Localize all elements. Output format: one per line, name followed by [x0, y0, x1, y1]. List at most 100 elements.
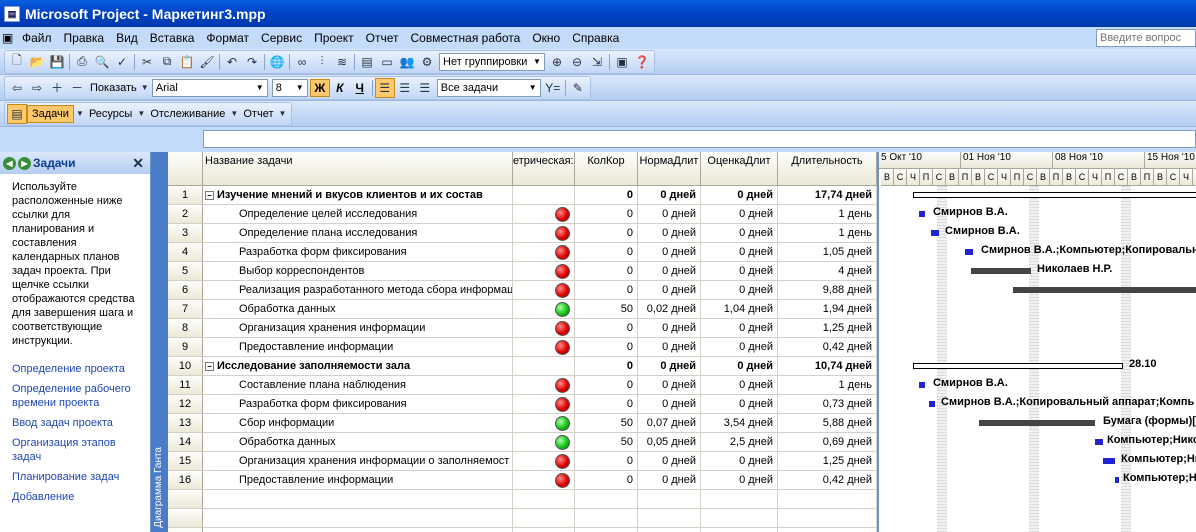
ocenkadlit-value[interactable]: 0 дней: [701, 186, 778, 205]
table-row[interactable]: 11 Составление плана наблюдения 0 0 дней 0 д…: [168, 376, 877, 395]
table-row[interactable]: 15 Организация хранения информации о запо…: [168, 452, 877, 471]
normadlit-value[interactable]: 0 дней: [638, 357, 701, 376]
normadlit-value[interactable]: 0 дней: [638, 471, 701, 490]
duration-value[interactable]: 1,05 дней: [778, 243, 877, 262]
ocenkadlit-value[interactable]: 0 дней: [701, 281, 778, 300]
ocenkadlit-value[interactable]: 0 дней: [701, 471, 778, 490]
empty-cell[interactable]: [778, 490, 877, 509]
menu-report[interactable]: Отчет: [360, 31, 405, 45]
row-id[interactable]: 8: [168, 319, 203, 338]
duration-value[interactable]: 4 дней: [778, 262, 877, 281]
normadlit-value[interactable]: 0 дней: [638, 319, 701, 338]
indicator[interactable]: [513, 281, 575, 300]
duration-value[interactable]: 0,42 дней: [778, 338, 877, 357]
italic-button[interactable]: К: [330, 79, 350, 97]
ocenkadlit-value[interactable]: 0 дней: [701, 205, 778, 224]
row-id[interactable]: 15: [168, 452, 203, 471]
table-row[interactable]: 14 Обработка данных 50 0,05 дней 2,5 дней 0,6…: [168, 433, 877, 452]
menu-file[interactable]: Файл: [16, 31, 58, 45]
row-id[interactable]: 9: [168, 338, 203, 357]
ocenkadlit-value[interactable]: 0 дней: [701, 243, 778, 262]
menu-insert[interactable]: Вставка: [144, 31, 201, 45]
ocenkadlit-value[interactable]: 2,5 дней: [701, 433, 778, 452]
tasks-guide-button[interactable]: Задачи: [27, 104, 74, 123]
task-name[interactable]: Организация хранения информации о заполн…: [203, 452, 513, 471]
assign-resources-icon[interactable]: 👥: [397, 52, 417, 72]
kolkor-value[interactable]: 0: [575, 376, 638, 395]
indicator[interactable]: [513, 205, 575, 224]
menu-doc-icon[interactable]: ▣: [2, 29, 16, 47]
empty-cell[interactable]: [778, 528, 877, 532]
duration-value[interactable]: 0,42 дней: [778, 471, 877, 490]
indicator[interactable]: [513, 338, 575, 357]
empty-cell[interactable]: [168, 509, 203, 528]
normadlit-value[interactable]: 0 дней: [638, 186, 701, 205]
empty-cell[interactable]: [701, 509, 778, 528]
indicator[interactable]: [513, 224, 575, 243]
bold-button[interactable]: Ж: [309, 78, 330, 97]
task-name[interactable]: Определение плана исследования: [203, 224, 513, 243]
link-organize-phases[interactable]: Организация этапов задач: [12, 436, 142, 464]
task-name[interactable]: Разработка форм фиксирования: [203, 395, 513, 414]
print-preview-icon[interactable]: 🔍: [92, 52, 112, 72]
ocenkadlit-value[interactable]: 0 дней: [701, 319, 778, 338]
resources-guide-button[interactable]: Ресурсы: [86, 108, 135, 120]
table-row[interactable]: 6 Реализация разработанного метода сбора …: [168, 281, 877, 300]
table-row[interactable]: 13 Сбор информации 50 0,07 дней 3,54 дней 5,8…: [168, 414, 877, 433]
kolkor-value[interactable]: 0: [575, 319, 638, 338]
normadlit-value[interactable]: 0,02 дней: [638, 300, 701, 319]
col-task-name[interactable]: Название задачи: [203, 152, 513, 186]
row-id[interactable]: 6: [168, 281, 203, 300]
gantt-summary-bar[interactable]: [913, 363, 1123, 369]
indicator[interactable]: [513, 433, 575, 452]
menu-collaborate[interactable]: Совместная работа: [405, 31, 527, 45]
task-name[interactable]: Обработка данных: [203, 433, 513, 452]
gantt-bar[interactable]: [1103, 458, 1115, 464]
col-duration[interactable]: Длительность: [778, 152, 877, 186]
task-name[interactable]: Предоставление информации: [203, 338, 513, 357]
close-icon[interactable]: ✕: [132, 155, 144, 172]
indicator[interactable]: [513, 319, 575, 338]
empty-cell[interactable]: [513, 528, 575, 532]
menu-tools[interactable]: Сервис: [255, 31, 308, 45]
align-center-icon[interactable]: ☰: [395, 78, 415, 98]
spelling-icon[interactable]: ✓: [112, 52, 132, 72]
gantt-bar[interactable]: [1013, 287, 1196, 293]
kolkor-value[interactable]: 50: [575, 300, 638, 319]
normadlit-value[interactable]: 0 дней: [638, 376, 701, 395]
row-id[interactable]: 12: [168, 395, 203, 414]
normadlit-value[interactable]: 0 дней: [638, 452, 701, 471]
redo-icon[interactable]: ↷: [242, 52, 262, 72]
kolkor-value[interactable]: 0: [575, 471, 638, 490]
help-icon[interactable]: ❓: [632, 52, 652, 72]
duration-value[interactable]: 0,73 дней: [778, 395, 877, 414]
empty-row[interactable]: [168, 509, 877, 528]
gantt-bar[interactable]: [919, 382, 925, 388]
split-task-icon[interactable]: ≋: [332, 52, 352, 72]
format-painter-icon[interactable]: 🖌: [197, 52, 217, 72]
new-icon[interactable]: 🗋: [7, 52, 27, 72]
show-menu-button[interactable]: Показать: [87, 82, 140, 94]
row-id[interactable]: 3: [168, 224, 203, 243]
link-define-project[interactable]: Определение проекта: [12, 362, 142, 376]
empty-cell[interactable]: [168, 528, 203, 532]
outdent-icon[interactable]: ⇦: [7, 78, 27, 98]
empty-cell[interactable]: [203, 490, 513, 509]
ask-question-input[interactable]: Введите вопрос: [1096, 29, 1196, 47]
goto-task-icon[interactable]: ⇲: [587, 52, 607, 72]
empty-cell[interactable]: [513, 509, 575, 528]
row-id[interactable]: 16: [168, 471, 203, 490]
hide-subtasks-icon[interactable]: －: [67, 78, 87, 98]
col-indicator[interactable]: етрическая:: [513, 152, 575, 186]
empty-row[interactable]: [168, 528, 877, 532]
table-row[interactable]: 16 Предоставление информации 0 0 дней 0 дней…: [168, 471, 877, 490]
task-name[interactable]: Предоставление информации: [203, 471, 513, 490]
undo-icon[interactable]: ↶: [222, 52, 242, 72]
task-notes-icon[interactable]: ▭: [377, 52, 397, 72]
normadlit-value[interactable]: 0 дней: [638, 224, 701, 243]
copy-icon[interactable]: ⧉: [157, 52, 177, 72]
empty-cell[interactable]: [203, 528, 513, 532]
indicator[interactable]: [513, 471, 575, 490]
ocenkadlit-value[interactable]: 0 дней: [701, 262, 778, 281]
empty-cell[interactable]: [168, 490, 203, 509]
